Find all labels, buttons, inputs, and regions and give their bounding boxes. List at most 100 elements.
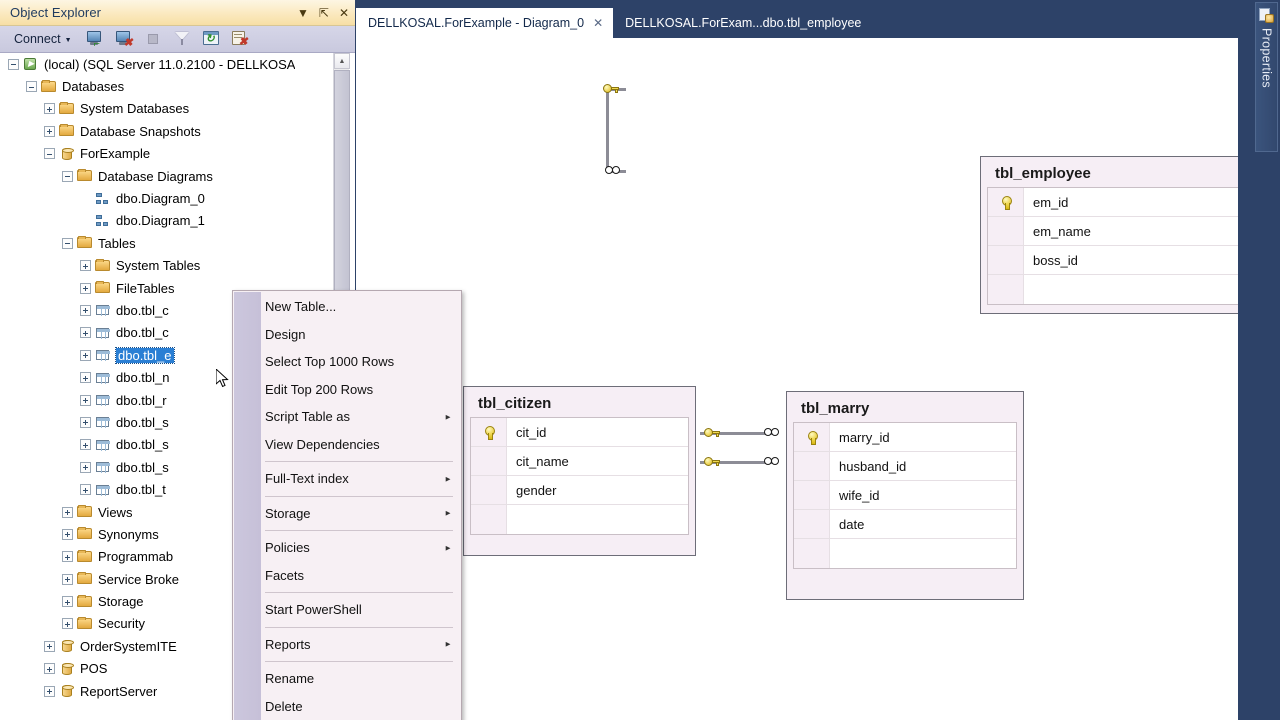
tab-diagram-0[interactable]: DELLKOSAL.ForExample - Diagram_0 ✕ [356, 8, 613, 38]
context-menu-item-edit-top-200-rows[interactable]: Edit Top 200 Rows [233, 376, 461, 404]
expand-icon[interactable] [80, 417, 91, 428]
database-icon [59, 683, 75, 699]
diagram-table-columns: marry_idhusband_idwife_iddate [793, 422, 1017, 569]
properties-tab-button[interactable]: Properties [1255, 2, 1278, 152]
script-stop-icon[interactable]: ✖ [230, 29, 250, 49]
key-cell-empty [794, 452, 830, 480]
expand-icon[interactable] [80, 395, 91, 406]
expand-icon[interactable] [80, 283, 91, 294]
tree-item-dbo-diagram-1[interactable]: dbo.Diagram_1 [0, 210, 340, 232]
context-menu-item-start-powershell[interactable]: Start PowerShell [233, 596, 461, 624]
diagram-column-row[interactable]: wife_id [794, 481, 1016, 510]
expand-icon[interactable] [62, 551, 73, 562]
context-menu-item-label: Facets [265, 568, 304, 583]
tree-item-system-databases[interactable]: System Databases [0, 98, 340, 120]
diagram-table-tbl_marry[interactable]: tbl_marrymarry_idhusband_idwife_iddate [786, 391, 1024, 600]
expand-icon[interactable] [80, 372, 91, 383]
diagram-column-row[interactable]: cit_id [471, 418, 688, 447]
expand-icon[interactable] [80, 350, 91, 361]
expand-icon[interactable] [80, 462, 91, 473]
filter-icon[interactable] [172, 29, 192, 49]
tree-item-database-snapshots[interactable]: Database Snapshots [0, 120, 340, 142]
tree-item-tables[interactable]: Tables [0, 232, 340, 254]
collapse-icon[interactable] [62, 238, 73, 249]
expand-icon[interactable] [80, 260, 91, 271]
submenu-arrow-icon: ► [444, 509, 452, 518]
context-menu-item-rename[interactable]: Rename [233, 665, 461, 693]
tree-item-label: Tables [98, 236, 136, 251]
tree-item-label: dbo.tbl_c [116, 325, 169, 340]
table-context-menu[interactable]: New Table...Design Select Top 1000 Rows Ed… [232, 290, 462, 720]
key-cell-empty [471, 505, 507, 534]
context-menu-item-full-text-index[interactable]: Full-Text index► [233, 465, 461, 493]
connect-button[interactable]: Connect ▼ [10, 30, 76, 48]
relationship-many-icon [764, 457, 782, 466]
chevron-down-icon[interactable]: ▼ [297, 7, 309, 19]
expand-icon[interactable] [80, 484, 91, 495]
context-menu-item-delete[interactable]: Delete [233, 693, 461, 720]
diagram-column-row[interactable]: cit_name [471, 447, 688, 476]
context-menu-separator [265, 530, 453, 531]
tree-item-databases[interactable]: Databases [0, 75, 340, 97]
diagram-table-tbl_employee[interactable]: tbl_employeeem_idem_nameboss_id [980, 156, 1238, 314]
tree-item-database-diagrams[interactable]: Database Diagrams [0, 165, 340, 187]
diagram-column-row[interactable]: date [794, 510, 1016, 539]
expand-icon[interactable] [44, 103, 55, 114]
diagram-column-name: date [830, 517, 864, 532]
context-menu-item-label: Select Top 1000 Rows [265, 354, 394, 369]
expand-icon[interactable] [62, 507, 73, 518]
collapse-icon[interactable] [26, 81, 37, 92]
expand-icon[interactable] [62, 574, 73, 585]
context-menu-item-design[interactable]: Design [233, 321, 461, 349]
expand-icon[interactable] [62, 529, 73, 540]
context-menu-item-script-table-as[interactable]: Script Table as► [233, 403, 461, 431]
expand-icon[interactable] [44, 686, 55, 697]
diagram-column-row[interactable]: marry_id [794, 423, 1016, 452]
refresh-icon[interactable]: ↻ [201, 29, 221, 49]
context-menu-item-storage[interactable]: Storage► [233, 500, 461, 528]
context-menu-item-select-top-1000-rows[interactable]: Select Top 1000 Rows [233, 348, 461, 376]
expand-icon[interactable] [62, 596, 73, 607]
diagram-column-row-empty[interactable] [794, 539, 1016, 568]
pin-icon[interactable]: ⇱ [319, 7, 329, 19]
expand-icon[interactable] [44, 663, 55, 674]
close-icon[interactable]: ✕ [339, 7, 349, 19]
disconnect-object-explorer-icon[interactable]: ✖ [114, 29, 134, 49]
expand-icon[interactable] [44, 641, 55, 652]
tree-item-dbo-diagram-0[interactable]: dbo.Diagram_0 [0, 187, 340, 209]
diagram-column-row-empty[interactable] [471, 505, 688, 534]
expand-icon[interactable] [80, 305, 91, 316]
diagram-column-row[interactable]: gender [471, 476, 688, 505]
expand-icon[interactable] [80, 327, 91, 338]
collapse-icon[interactable] [8, 59, 19, 70]
diagram-canvas[interactable]: tbl_employeeem_idem_nameboss_id tbl_citiz… [356, 38, 1238, 720]
stop-icon[interactable] [143, 29, 163, 49]
context-menu-item-policies[interactable]: Policies► [233, 534, 461, 562]
diagram-column-row[interactable]: em_id [988, 188, 1238, 217]
collapse-icon[interactable] [44, 148, 55, 159]
tab-close-icon[interactable]: ✕ [593, 16, 603, 30]
diagram-column-row[interactable]: boss_id [988, 246, 1238, 275]
scroll-up-arrow-icon[interactable]: ▲ [334, 53, 350, 69]
expand-icon[interactable] [80, 439, 91, 450]
expand-icon[interactable] [62, 618, 73, 629]
diagram-table-tbl_citizen[interactable]: tbl_citizencit_idcit_namegender [463, 386, 696, 556]
context-menu-item-view-dependencies[interactable]: View Dependencies [233, 431, 461, 459]
expand-icon[interactable] [44, 126, 55, 137]
tree-item-local-sql-server-11-0-2100-dellkosa[interactable]: (local) (SQL Server 11.0.2100 - DELLKOSA [0, 53, 340, 75]
object-explorer-title: Object Explorer [10, 5, 297, 20]
context-menu-item-reports[interactable]: Reports► [233, 631, 461, 659]
tree-item-forexample[interactable]: ForExample [0, 143, 340, 165]
diagram-column-row[interactable]: em_name [988, 217, 1238, 246]
context-menu-item-facets[interactable]: Facets [233, 562, 461, 590]
collapse-icon[interactable] [62, 171, 73, 182]
tab-tbl-employee[interactable]: DELLKOSAL.ForExam...dbo.tbl_employee [613, 8, 871, 38]
diagram-column-row-empty[interactable] [988, 275, 1238, 304]
table-icon [95, 302, 111, 318]
connect-object-explorer-icon[interactable]: ⌐ [85, 29, 105, 49]
context-menu-item-new-table[interactable]: New Table... [233, 293, 461, 321]
properties-tab-label: Properties [1260, 28, 1274, 88]
diagram-column-row[interactable]: husband_id [794, 452, 1016, 481]
tree-item-system-tables[interactable]: System Tables [0, 255, 340, 277]
tree-item-label: dbo.tbl_t [116, 482, 166, 497]
